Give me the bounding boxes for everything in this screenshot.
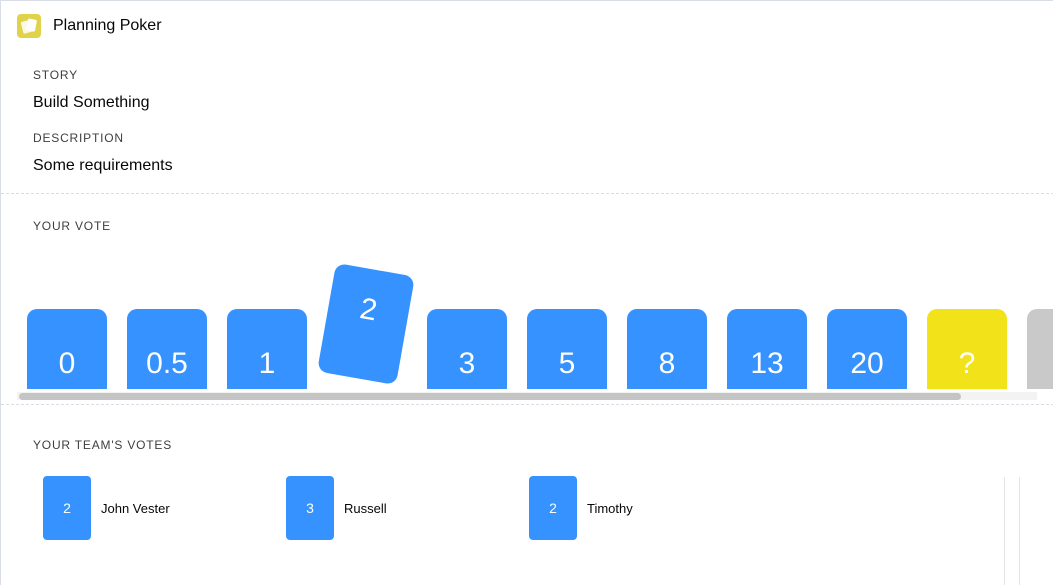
description-value: Some requirements <box>33 157 173 174</box>
your-vote-label: YOUR VOTE <box>33 219 111 233</box>
team-vote-card: 2 <box>529 476 577 540</box>
team-panel-scrollbar[interactable] <box>1004 477 1020 585</box>
panel-header: Planning Poker <box>17 13 162 39</box>
vote-card-8[interactable]: 8 <box>627 309 707 389</box>
vote-card-1[interactable]: 1 <box>227 309 307 389</box>
team-member-name: Russell <box>344 501 387 516</box>
team-votes-label: YOUR TEAM'S VOTES <box>33 438 173 452</box>
planning-poker-app-icon <box>17 14 41 38</box>
team-member-name: Timothy <box>587 501 633 516</box>
vote-card-value: 13 <box>750 347 784 380</box>
vote-card-13[interactable]: 13 <box>727 309 807 389</box>
section-divider <box>1 193 1053 194</box>
vote-card-20[interactable]: 20 <box>827 309 907 389</box>
vote-card-3[interactable]: 3 <box>427 309 507 389</box>
team-vote-value: 2 <box>549 500 557 516</box>
section-divider <box>1 404 1053 405</box>
card-scrollbar-thumb[interactable] <box>19 393 961 400</box>
vote-card-0[interactable]: 0 <box>27 309 107 389</box>
team-vote-value: 3 <box>306 500 314 516</box>
vote-card-value: 1 <box>258 347 276 380</box>
vote-card-0.5[interactable]: 0.5 <box>127 309 207 389</box>
vote-card-value: 0.5 <box>146 347 188 380</box>
vote-card-value: 2 <box>357 292 380 328</box>
story-value: Build Something <box>33 94 150 111</box>
vote-card-value: 3 <box>458 347 476 380</box>
vote-card-question[interactable]: ? <box>927 309 1007 389</box>
vote-card-5[interactable]: 5 <box>527 309 607 389</box>
vote-card-2-selected[interactable]: 2 <box>317 262 415 386</box>
app-title: Planning Poker <box>53 17 162 34</box>
vote-card-partial[interactable] <box>1027 309 1053 389</box>
story-label: STORY <box>33 68 78 82</box>
description-label: DESCRIPTION <box>33 131 124 145</box>
team-member-name: John Vester <box>101 501 170 516</box>
vote-card-value: 20 <box>850 347 884 380</box>
vote-card-value: ? <box>958 347 976 380</box>
team-vote-value: 2 <box>63 500 71 516</box>
team-vote-card: 2 <box>43 476 91 540</box>
planning-poker-panel: Planning Poker STORY Build Something DES… <box>0 0 1053 585</box>
team-vote-card: 3 <box>286 476 334 540</box>
vote-card-value: 8 <box>658 347 676 380</box>
vote-card-value: 5 <box>558 347 576 380</box>
vote-card-value: 0 <box>58 347 76 380</box>
